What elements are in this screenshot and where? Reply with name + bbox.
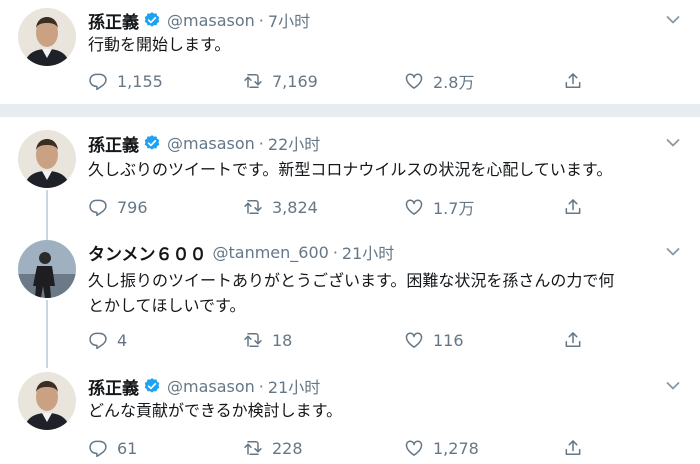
reply-icon [88,438,108,458]
tweet-header: 孫正義 @masason · 22小时 [88,131,320,156]
share-button[interactable] [563,329,592,351]
verified-badge-icon [143,377,161,395]
like-button[interactable]: 1.7万 [404,196,474,218]
like-button[interactable]: 116 [404,329,464,351]
tweet-header: 孫正義 @masason · 7小时 [88,8,310,33]
share-button[interactable] [563,437,592,459]
tweet-timestamp[interactable]: 7小时 [268,8,310,32]
retweet-button[interactable]: 18 [243,329,292,351]
separator-dot: · [332,242,338,262]
retweet-icon [243,197,263,217]
user-handle[interactable]: @masason [167,11,255,30]
tweet-actions: 796 3,824 1.7万 [88,196,588,218]
reply-button[interactable]: 61 [88,437,137,459]
tweet-text-line: とかしてほしいです。 [88,296,246,315]
avatar-masason[interactable] [18,130,76,188]
verified-badge-icon [143,134,161,152]
tweet-4[interactable]: 孫正義 @masason · 21小时 どんな貢献ができるか検討します。 61 … [0,360,700,464]
like-icon [404,71,424,91]
share-icon [563,71,583,91]
share-icon [563,197,583,217]
reply-icon [88,197,108,217]
chevron-down-icon[interactable] [666,15,680,25]
retweet-button[interactable]: 7,169 [243,70,318,92]
tweet-text: どんな貢献ができるか検討します。 [88,401,343,420]
retweet-icon [243,438,263,458]
reply-icon [88,71,108,91]
tweet-actions: 61 228 1,278 [88,437,588,459]
reply-count: 1,155 [117,71,163,91]
share-button[interactable] [563,196,592,218]
like-button[interactable]: 2.8万 [404,70,474,92]
reply-count: 61 [117,438,138,458]
tweet-text: 久し振りのツイートありがとうございます。困難な状況を孫さんの力で何 とかしてほし… [88,268,678,318]
retweet-button[interactable]: 228 [243,437,303,459]
tweet-text: 行動を開始します。 [88,35,231,54]
like-icon [404,197,424,217]
separator-dot: · [258,376,264,396]
retweet-icon [243,330,263,350]
tweet-text-line: 久し振りのツイートありがとうございます。困難な状況を孫さんの力で何 [88,271,615,290]
display-name[interactable]: 孫正義 [88,131,139,156]
reply-button[interactable]: 4 [88,329,127,351]
like-count: 2.8万 [433,73,475,92]
tweet-header: 孫正義 @masason · 21小时 [88,374,320,399]
tweet-actions: 1,155 7,169 2.8万 [88,70,588,92]
user-handle[interactable]: @tanmen_600 [213,243,329,262]
tweet-2[interactable]: 孫正義 @masason · 22小时 久しぶりのツイートです。新型コロナウイル… [0,117,700,230]
share-icon [563,438,583,458]
like-count: 116 [433,330,464,350]
display-name[interactable]: 孫正義 [88,374,139,399]
like-count: 1,278 [433,438,479,458]
separator-dot: · [258,133,264,153]
chevron-down-icon[interactable] [666,247,680,257]
avatar-tanmen[interactable] [18,240,76,298]
tweet-header: タンメン６００ @tanmen_600 · 21小时 [88,240,394,265]
tweet-actions: 4 18 116 [88,329,588,351]
tweet-text: 久しぶりのツイートです。新型コロナウイルスの状況を心配しています。 [88,160,613,179]
avatar-masason[interactable] [18,372,76,430]
retweet-count: 3,824 [272,197,318,217]
share-icon [563,330,583,350]
tweet-3[interactable]: タンメン６００ @tanmen_600 · 21小时 久し振りのツイートありがと… [0,230,700,360]
separator-dot: · [258,10,264,30]
reply-icon [88,330,108,350]
retweet-icon [243,71,263,91]
display-name[interactable]: 孫正義 [88,8,139,33]
reply-count: 4 [117,330,128,350]
reply-count: 796 [117,197,148,217]
tweet-timestamp[interactable]: 22小时 [268,131,320,155]
retweet-button[interactable]: 3,824 [243,196,318,218]
chevron-down-icon[interactable] [666,381,680,391]
retweet-count: 18 [272,330,293,350]
like-count: 1.7万 [433,199,475,218]
user-handle[interactable]: @masason [167,377,255,396]
reply-button[interactable]: 796 [88,196,148,218]
like-icon [404,438,424,458]
reply-button[interactable]: 1,155 [88,70,163,92]
retweet-count: 7,169 [272,71,318,91]
avatar-masason[interactable] [18,8,76,66]
verified-badge-icon [143,11,161,29]
tweet-timestamp[interactable]: 21小时 [268,374,320,398]
display-name[interactable]: タンメン６００ [88,240,207,265]
tweet-1[interactable]: 孫正義 @masason · 7小时 行動を開始します。 1,155 7,169… [0,0,700,104]
chevron-down-icon[interactable] [666,138,680,148]
like-icon [404,330,424,350]
like-button[interactable]: 1,278 [404,437,479,459]
retweet-count: 228 [272,438,303,458]
timeline-separator [0,104,700,117]
tweet-timestamp[interactable]: 21小时 [342,240,394,264]
share-button[interactable] [563,70,592,92]
user-handle[interactable]: @masason [167,134,255,153]
